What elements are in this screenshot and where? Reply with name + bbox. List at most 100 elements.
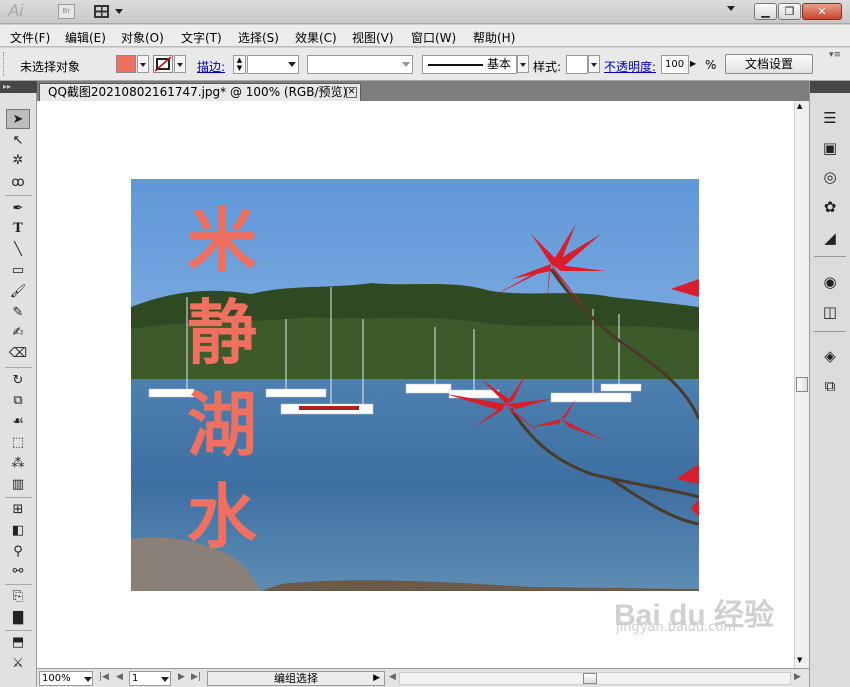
- menu-window[interactable]: 窗口(W): [411, 29, 456, 46]
- menu-select[interactable]: 选择(S): [238, 29, 279, 46]
- column-graph-tool[interactable]: ▇: [6, 608, 30, 628]
- status-menu[interactable]: 编组选择 ▶: [207, 671, 385, 686]
- pencil-tool[interactable]: ✎: [6, 303, 30, 323]
- next-page-icon[interactable]: ▶: [178, 672, 185, 682]
- column-graph-icon: ▇: [13, 610, 23, 625]
- align-panel-icon[interactable]: ☰: [819, 107, 841, 129]
- zoom-field[interactable]: 100%: [39, 671, 93, 686]
- graphic-style-swatch[interactable]: [566, 55, 588, 74]
- menu-object[interactable]: 对象(O): [121, 29, 164, 46]
- transparency-icon[interactable]: ◫: [819, 301, 841, 323]
- minimize-button[interactable]: ▁: [754, 3, 777, 20]
- horizontal-scrollbar[interactable]: [399, 672, 791, 685]
- panel-dock-collapse-icon[interactable]: [810, 81, 850, 93]
- style-label: 样式:: [533, 60, 562, 74]
- selection-tool[interactable]: ➤: [6, 109, 30, 129]
- page-field[interactable]: 1: [129, 671, 171, 686]
- symbol-sprayer-tool[interactable]: ⁂: [6, 454, 30, 474]
- opacity-unit: %: [705, 58, 717, 72]
- line-tool[interactable]: ╲: [6, 240, 30, 260]
- opacity-arrow-icon[interactable]: ▶: [690, 59, 696, 68]
- vertical-scrollbar[interactable]: ▲ ▼: [794, 101, 809, 668]
- last-page-icon[interactable]: ▶|: [191, 672, 201, 682]
- color-guide-icon[interactable]: ◎: [819, 166, 841, 188]
- swatches-icon[interactable]: ▣: [819, 137, 841, 159]
- menu-edit[interactable]: 编辑(E): [65, 29, 106, 46]
- tool-divider: [5, 497, 32, 498]
- close-button[interactable]: ✕: [802, 3, 842, 20]
- warp-tool[interactable]: ☙: [6, 412, 30, 432]
- free-transform-tool[interactable]: ⬚: [6, 433, 30, 453]
- stroke-swatch[interactable]: [153, 55, 173, 73]
- fill-swatch[interactable]: [116, 55, 136, 73]
- menu-type[interactable]: 文字(T): [181, 29, 222, 46]
- type-tool[interactable]: T: [6, 219, 30, 239]
- eraser-tool[interactable]: ⌫: [6, 344, 30, 364]
- rotate-tool[interactable]: ↻: [6, 371, 30, 391]
- opacity-label-link[interactable]: 不透明度:: [604, 58, 656, 75]
- menu-view[interactable]: 视图(V): [352, 29, 394, 46]
- graph-tool[interactable]: ▥: [6, 475, 30, 495]
- fill-dropdown[interactable]: [137, 55, 149, 73]
- close-tab-icon[interactable]: ✕: [346, 87, 357, 98]
- arrange-documents-button[interactable]: [94, 3, 124, 20]
- document-setup-button[interactable]: 文档设置: [725, 54, 813, 74]
- placed-photo[interactable]: 米 静 湖 水: [131, 179, 699, 591]
- appearance-icon[interactable]: ◉: [819, 271, 841, 293]
- tools-panel-collapse-icon[interactable]: ▸▸: [0, 81, 37, 93]
- menu-help[interactable]: 帮助(H): [473, 29, 515, 46]
- gradient-tool[interactable]: ◧: [6, 521, 30, 541]
- panel-divider: [814, 256, 846, 257]
- blob-brush-tool[interactable]: ✍: [6, 323, 30, 343]
- magic-wand-tool[interactable]: ✲: [6, 151, 30, 171]
- eyedropper-tool[interactable]: ⚲: [6, 542, 30, 562]
- panel-menu-icon[interactable]: ▾≡: [829, 50, 841, 60]
- control-bar-grip[interactable]: [3, 52, 7, 76]
- variable-width-field[interactable]: [307, 55, 413, 74]
- document-tab[interactable]: QQ截图20210802161747.jpg* @ 100% (RGB/预览) …: [39, 83, 361, 101]
- scroll-right-icon[interactable]: ▶: [794, 672, 801, 682]
- blob-brush-icon: ✍: [12, 325, 24, 340]
- direct-selection-tool[interactable]: ↖: [6, 131, 30, 151]
- zoom-value: 100%: [42, 673, 71, 684]
- stroke-weight-stepper[interactable]: ▲ ▼: [233, 55, 246, 74]
- bridge-button[interactable]: Br: [58, 4, 75, 19]
- paintbrush-tool[interactable]: 🖌: [6, 282, 30, 302]
- menu-file[interactable]: 文件(F): [10, 29, 50, 46]
- artboard-canvas[interactable]: 米 静 湖 水: [37, 101, 794, 668]
- brush-definition-field[interactable]: 基本: [422, 55, 517, 74]
- scale-tool[interactable]: ⧉: [6, 391, 30, 411]
- gradient-icon: ◧: [11, 523, 25, 538]
- artboards-icon[interactable]: ⧉: [819, 375, 841, 397]
- lasso-tool[interactable]: ꝏ: [6, 173, 30, 193]
- symbol-tool[interactable]: ⎘: [6, 587, 30, 607]
- opacity-field[interactable]: 100: [661, 55, 689, 74]
- vertical-title-text[interactable]: 米 静 湖 水: [177, 195, 267, 575]
- style-dropdown[interactable]: [588, 55, 600, 73]
- stroke-weight-field[interactable]: [247, 55, 299, 74]
- slice-tool[interactable]: ⚔: [6, 654, 30, 674]
- rectangle-icon: ▭: [11, 263, 25, 278]
- scroll-up-icon[interactable]: ▲: [797, 102, 802, 110]
- brush-dropdown[interactable]: [517, 55, 529, 73]
- color-icon[interactable]: ✿: [819, 196, 841, 218]
- stroke-dropdown[interactable]: [174, 55, 186, 73]
- workspace-dropdown-icon[interactable]: [727, 6, 735, 11]
- horizontal-scroll-thumb[interactable]: [583, 673, 597, 684]
- scroll-down-icon[interactable]: ▼: [797, 656, 802, 664]
- layers-icon[interactable]: ◈: [819, 345, 841, 367]
- menu-effect[interactable]: 效果(C): [295, 29, 337, 46]
- prev-page-icon[interactable]: ◀: [116, 672, 123, 682]
- blend-tool[interactable]: ⚯: [6, 562, 30, 582]
- stroke-label-link[interactable]: 描边:: [197, 58, 225, 75]
- scroll-thumb[interactable]: [796, 377, 808, 392]
- document-tab-bar: QQ截图20210802161747.jpg* @ 100% (RGB/预览) …: [37, 81, 809, 101]
- scroll-left-icon[interactable]: ◀: [389, 672, 396, 682]
- mesh-tool[interactable]: ⊞: [6, 500, 30, 520]
- restore-button[interactable]: ❐: [778, 3, 801, 20]
- gradient-panel-icon[interactable]: ◢: [819, 227, 841, 249]
- pen-tool[interactable]: ✒: [6, 199, 30, 219]
- first-page-icon[interactable]: |◀: [99, 672, 109, 682]
- artboard-tool[interactable]: ⬒: [6, 633, 30, 653]
- rectangle-tool[interactable]: ▭: [6, 261, 30, 281]
